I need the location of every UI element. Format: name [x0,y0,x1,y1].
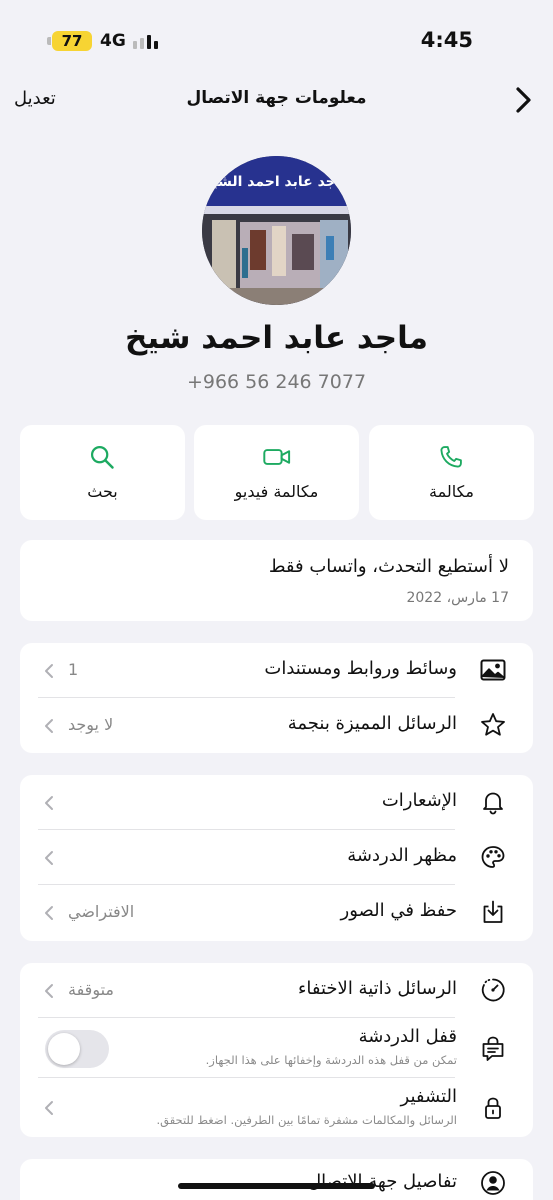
lock-icon [485,1097,501,1119]
save-download-icon [483,900,503,923]
starred-count: لا يوجد [68,715,114,734]
chevron-left-icon [45,984,53,998]
home-indicator[interactable] [178,1183,375,1189]
media-links-docs-row[interactable]: وسائط وروابط ومستندات 1 [20,643,533,698]
contact-name: ماجد عابد احمد شيخ [125,320,428,356]
palette-icon [481,846,505,868]
status-bar: 77 4G 4:45 [0,0,553,80]
encryption-row[interactable]: التشفير الرسائل والمكالمات مشفرة تمامًا … [20,1078,533,1137]
page-title: معلومات جهة الاتصال [186,88,367,108]
person-circle-icon [481,1171,505,1195]
search-button[interactable]: بحث [20,425,185,520]
contact-phone[interactable]: +966 56 246 7077 [0,371,553,393]
bell-icon [483,792,503,815]
phone-icon [440,446,462,468]
toggle-knob [48,1033,80,1065]
search-icon [90,445,114,469]
chevron-left-icon [45,664,53,678]
save-to-photos-row[interactable]: حفظ في الصور الافتراضي [20,885,533,940]
contact-details-section: تفاصيل جهة الاتصال [20,1159,533,1200]
status-time: 4:45 [420,28,473,52]
search-label: بحث [87,482,118,501]
chat-lock-row: قفل الدردشة تمكن من قفل هذه الدردشة وإخف… [20,1018,533,1078]
chevron-left-icon [45,851,53,865]
chevron-left-icon [45,906,53,920]
nav-bar: معلومات جهة الاتصال تعديل [0,80,553,120]
chat-lock-icon [482,1036,504,1061]
about-text: لا أستطيع التحدث، واتساب فقط [268,556,509,577]
disappearing-messages-label: الرسائل ذاتية الاختفاء [297,978,457,999]
avatar-sign-text: ماجد عابد احمد الشيخ [202,174,349,190]
save-to-photos-label: حفظ في الصور [340,900,457,921]
video-call-button[interactable]: مكالمة فيديو [194,425,359,520]
chat-lock-label: قفل الدردشة [358,1026,457,1047]
avatar[interactable]: ماجد عابد احمد الشيخ [202,156,351,305]
encryption-label: التشفير [400,1086,457,1107]
call-button[interactable]: مكالمة [369,425,534,520]
media-count: 1 [68,660,79,679]
media-links-docs-label: وسائط وروابط ومستندات [264,658,457,679]
timer-icon [481,978,505,1002]
call-label: مكالمة [429,482,474,501]
image-icon [480,659,506,681]
disappearing-messages-value: متوقفة [68,980,114,999]
signal-icon [133,33,163,49]
notifications-row[interactable]: الإشعارات [20,775,533,830]
edit-button[interactable]: تعديل [14,88,56,109]
starred-messages-label: الرسائل المميزة بنجمة [287,713,457,734]
chat-lock-toggle[interactable] [45,1030,109,1068]
chevron-left-icon [45,796,53,810]
privacy-section: الرسائل ذاتية الاختفاء متوقفة قفل الدردش… [20,963,533,1137]
chevron-left-icon [45,1101,53,1115]
save-to-photos-value: الافتراضي [68,902,135,921]
chevron-left-icon [45,719,53,733]
encryption-description: الرسائل والمكالمات مشفرة تمامًا بين الطر… [156,1113,457,1127]
battery-nub [47,37,51,45]
media-section: وسائط وروابط ومستندات 1 الرسائل المميزة … [20,643,533,753]
settings-section: الإشعارات مظهر الدردشة حفظ في الصور الاف… [20,775,533,941]
battery-indicator: 77 [52,31,92,51]
video-call-label: مكالمة فيديو [234,482,319,501]
about-card[interactable]: لا أستطيع التحدث، واتساب فقط 17 مارس، 20… [20,540,533,621]
starred-messages-row[interactable]: الرسائل المميزة بنجمة لا يوجد [20,698,533,753]
disappearing-messages-row[interactable]: الرسائل ذاتية الاختفاء متوقفة [20,963,533,1018]
chat-theme-row[interactable]: مظهر الدردشة [20,830,533,885]
about-date: 17 مارس، 2022 [406,590,509,606]
notifications-label: الإشعارات [381,790,457,811]
network-type: 4G [100,31,126,51]
chat-lock-description: تمكن من قفل هذه الدردشة وإخفائها على هذا… [205,1053,457,1067]
contact-details-row[interactable]: تفاصيل جهة الاتصال [20,1159,533,1200]
chat-theme-label: مظهر الدردشة [347,845,457,866]
star-icon [481,713,505,736]
video-icon [263,449,291,465]
